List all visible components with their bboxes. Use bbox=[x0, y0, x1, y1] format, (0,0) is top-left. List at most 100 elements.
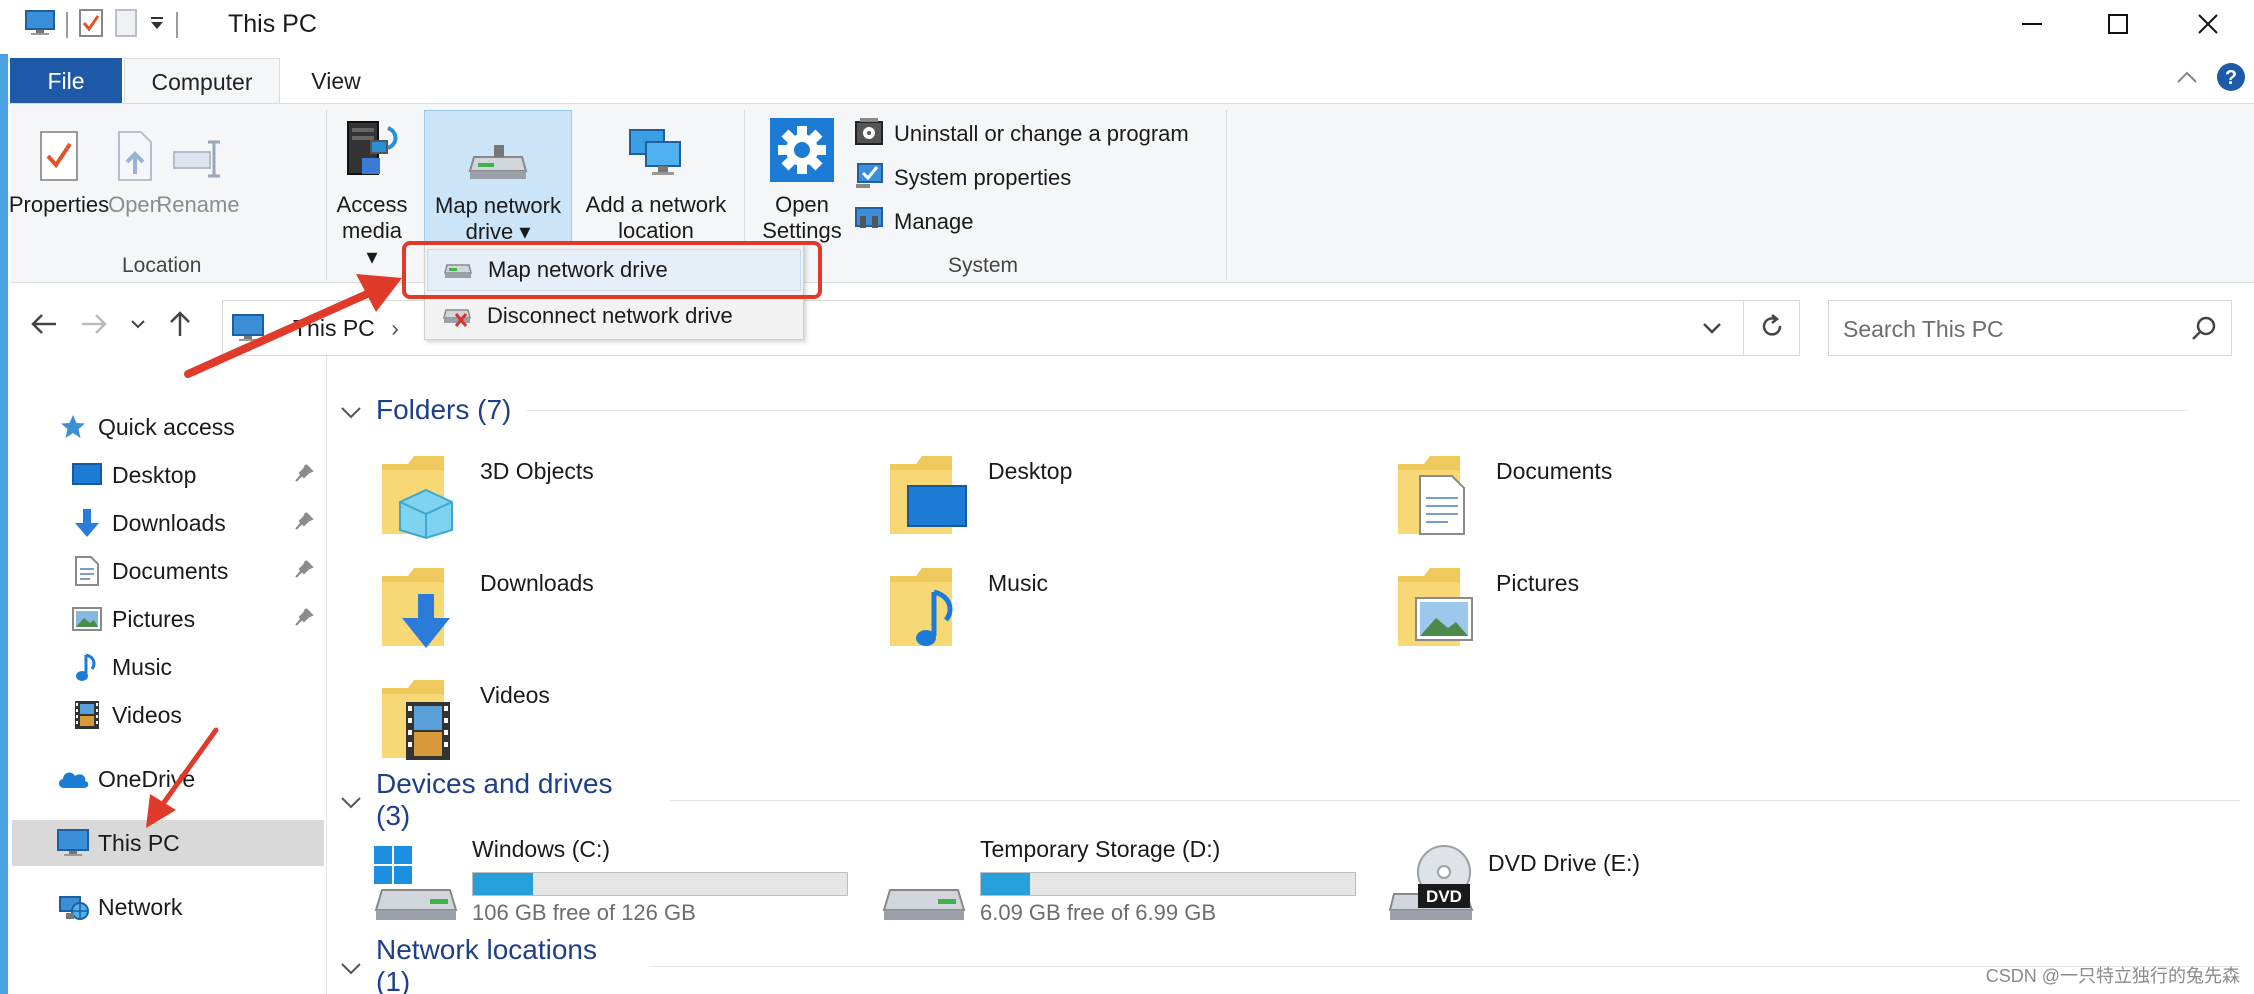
folder-music-icon bbox=[888, 562, 974, 652]
toolbar-separator bbox=[176, 12, 178, 38]
access-media-label-1: Access bbox=[336, 192, 408, 217]
close-button[interactable] bbox=[2162, 0, 2254, 52]
pin-icon[interactable] bbox=[294, 510, 314, 537]
search-input[interactable] bbox=[1843, 313, 2173, 345]
nav-pictures[interactable]: Pictures bbox=[70, 596, 320, 642]
programs-icon bbox=[854, 116, 884, 152]
folder-pictures-icon bbox=[1396, 562, 1482, 652]
system-properties-icon bbox=[854, 160, 884, 196]
dvd-badge: DVD bbox=[1426, 887, 1462, 906]
nav-this-pc[interactable]: This PC bbox=[12, 820, 324, 866]
access-media-button[interactable]: Access media ▾ bbox=[334, 110, 410, 270]
folder-documents[interactable]: Documents bbox=[1396, 450, 1876, 546]
windows-drive-icon bbox=[372, 844, 462, 924]
folder-desktop[interactable]: Desktop bbox=[888, 450, 1368, 546]
properties-button[interactable]: Properties bbox=[9, 110, 109, 218]
network-location-icon bbox=[624, 122, 688, 188]
window-title: This PC bbox=[228, 10, 317, 38]
collapse-chevron-icon[interactable] bbox=[340, 950, 362, 982]
address-path[interactable]: This PC › bbox=[293, 315, 399, 342]
breadcrumb-this-pc[interactable]: This PC bbox=[293, 315, 375, 341]
folder-documents-icon bbox=[1396, 450, 1482, 540]
tab-computer[interactable]: Computer bbox=[124, 58, 280, 106]
uninstall-label: Uninstall or change a program bbox=[894, 121, 1189, 146]
drive-c[interactable]: Windows (C:) 106 GB free of 126 GB bbox=[372, 836, 872, 926]
folder-pictures[interactable]: Pictures bbox=[1396, 562, 1876, 658]
nav-videos[interactable]: Videos bbox=[70, 692, 182, 738]
desktop-label: Desktop bbox=[112, 461, 197, 488]
open-settings-label-1: Open bbox=[775, 192, 829, 217]
collapse-chevron-icon[interactable] bbox=[340, 784, 362, 816]
folder-downloads[interactable]: Downloads bbox=[380, 562, 860, 658]
rename-icon bbox=[170, 136, 226, 188]
customize-qat-icon[interactable] bbox=[148, 14, 166, 37]
folders-header-label: Folders (7) bbox=[376, 394, 512, 425]
maximize-button[interactable] bbox=[2072, 0, 2164, 52]
nav-quick-access[interactable]: Quick access bbox=[56, 404, 235, 450]
rename-button[interactable]: Rename bbox=[154, 110, 242, 218]
folder-music[interactable]: Music bbox=[888, 562, 1368, 658]
up-arrow-icon[interactable] bbox=[168, 310, 192, 343]
section-rule bbox=[670, 799, 2241, 801]
menu-map-label: Map network drive bbox=[488, 257, 668, 282]
tab-file[interactable]: File bbox=[10, 58, 122, 104]
pin-icon[interactable] bbox=[294, 606, 314, 633]
tab-view[interactable]: View bbox=[290, 58, 382, 104]
refresh-button[interactable] bbox=[1744, 300, 1800, 356]
drive-d[interactable]: Temporary Storage (D:) 6.09 GB free of 6… bbox=[880, 836, 1380, 926]
nav-downloads[interactable]: Downloads bbox=[70, 500, 320, 546]
address-dropdown-icon[interactable] bbox=[1701, 317, 1723, 344]
drive-usage-bar bbox=[472, 872, 848, 896]
forward-arrow-icon[interactable] bbox=[80, 312, 108, 341]
open-settings-button[interactable]: Open Settings bbox=[754, 110, 850, 244]
nav-network[interactable]: Network bbox=[56, 884, 182, 930]
help-icon[interactable]: ? bbox=[2216, 62, 2246, 97]
nav-desktop[interactable]: Desktop bbox=[70, 452, 320, 498]
section-rule bbox=[527, 409, 2188, 411]
folder-name: Pictures bbox=[1496, 570, 1580, 596]
pane-divider[interactable] bbox=[326, 356, 327, 994]
add-network-location-button[interactable]: Add a network location bbox=[576, 110, 736, 244]
ribbon: Properties Open Rename Location Access m… bbox=[9, 103, 2254, 283]
system-properties-button[interactable]: System properties bbox=[854, 158, 1071, 198]
minimize-icon bbox=[2021, 13, 2043, 40]
back-arrow-icon[interactable] bbox=[30, 312, 58, 341]
svg-text:?: ? bbox=[2225, 67, 2237, 89]
drive-usage-fill bbox=[981, 873, 1030, 895]
collapse-ribbon-icon[interactable] bbox=[2176, 70, 2198, 89]
search-icon[interactable] bbox=[2191, 315, 2217, 346]
pin-icon[interactable] bbox=[294, 462, 314, 489]
navigation-pane: Quick access Desktop Downloads Documents… bbox=[0, 380, 328, 994]
pin-icon[interactable] bbox=[294, 558, 314, 585]
network-section-header[interactable]: Network locations (1) bbox=[340, 934, 2240, 994]
properties-qat-icon[interactable] bbox=[78, 8, 104, 43]
toolbar-separator bbox=[66, 12, 68, 38]
search-box[interactable] bbox=[1828, 300, 2232, 356]
menu-disconnect-network-drive[interactable]: Disconnect network drive bbox=[427, 295, 801, 337]
map-network-drive-label-2: drive ▾ bbox=[465, 219, 531, 244]
nav-documents[interactable]: Documents bbox=[70, 548, 320, 594]
manage-button[interactable]: Manage bbox=[854, 202, 974, 242]
map-network-drive-button[interactable]: Map network drive ▾ bbox=[424, 110, 572, 246]
collapse-chevron-icon[interactable] bbox=[340, 394, 362, 426]
folder-videos[interactable]: Videos bbox=[380, 674, 860, 770]
minimize-button[interactable] bbox=[1986, 0, 2078, 52]
download-arrow-icon bbox=[70, 507, 104, 539]
new-folder-qat-icon[interactable] bbox=[114, 8, 138, 43]
uninstall-program-button[interactable]: Uninstall or change a program bbox=[854, 114, 1189, 154]
recent-locations-icon[interactable] bbox=[130, 317, 146, 335]
nav-onedrive[interactable]: OneDrive bbox=[56, 756, 195, 802]
nav-music[interactable]: Music bbox=[70, 644, 172, 690]
folder-downloads-icon bbox=[380, 562, 466, 652]
system-properties-label: System properties bbox=[894, 165, 1072, 190]
drive-e[interactable]: DVD DVD Drive (E:) bbox=[1388, 836, 1888, 926]
quick-access-label: Quick access bbox=[98, 413, 235, 440]
folders-section-header[interactable]: Folders (7) bbox=[340, 390, 2240, 430]
folder-3d-objects[interactable]: 3D Objects bbox=[380, 450, 860, 546]
devices-section-header[interactable]: Devices and drives (3) bbox=[340, 768, 2241, 831]
breadcrumb-separator[interactable]: › bbox=[391, 315, 399, 341]
properties-label: Properties bbox=[8, 192, 110, 217]
network-icon bbox=[56, 891, 90, 923]
menu-map-network-drive[interactable]: Map network drive bbox=[427, 249, 801, 291]
music-label: Music bbox=[112, 653, 173, 680]
